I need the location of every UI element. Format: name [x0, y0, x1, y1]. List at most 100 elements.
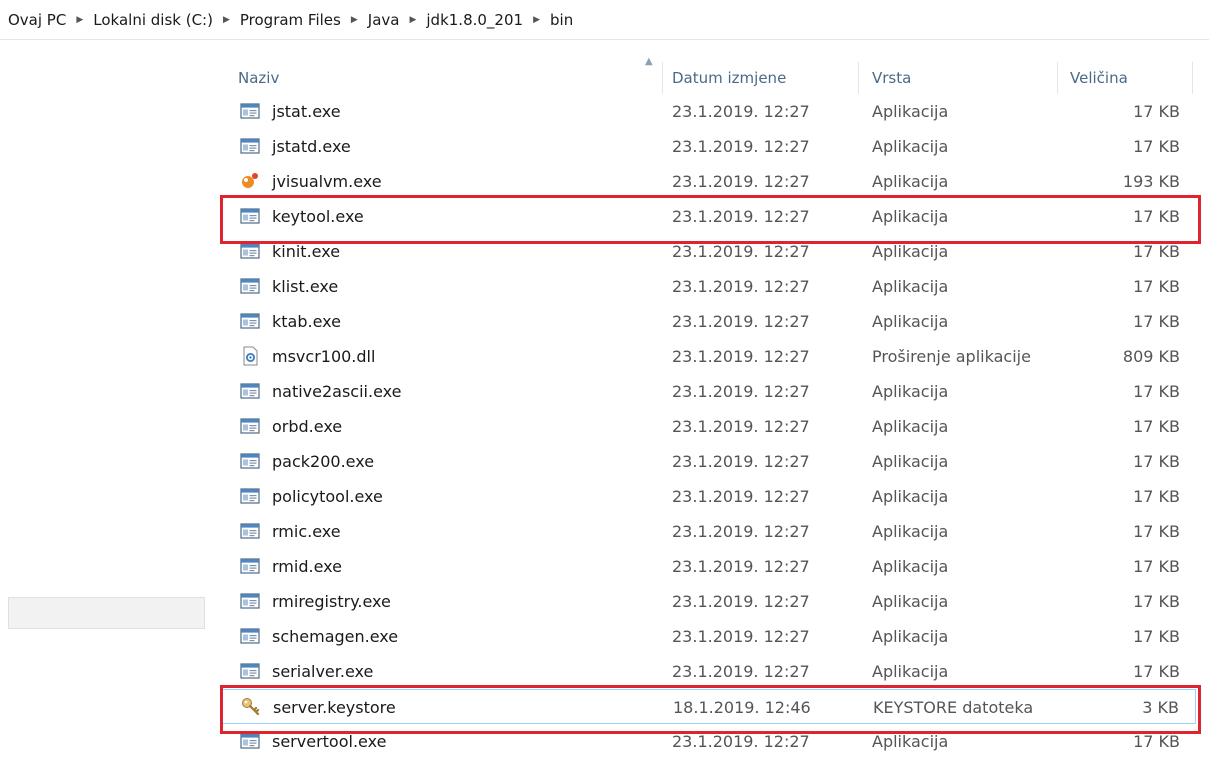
file-name: serialver.exe	[272, 662, 374, 681]
file-size: 17 KB	[1133, 382, 1180, 401]
file-row[interactable]: server.keystore 18.1.2019. 12:46 KEYSTORE …	[222, 689, 1196, 724]
file-date-modified: 23.1.2019. 12:27	[672, 102, 810, 121]
app-window-icon	[240, 626, 260, 646]
file-type: Aplikacija	[872, 487, 949, 506]
file-size: 17 KB	[1133, 452, 1180, 471]
file-date-modified: 23.1.2019. 12:27	[672, 522, 810, 541]
file-date-modified: 23.1.2019. 12:27	[672, 417, 810, 436]
file-size: 17 KB	[1133, 592, 1180, 611]
column-divider[interactable]	[1057, 62, 1058, 94]
chevron-right-icon[interactable]: ▶	[76, 15, 83, 25]
breadcrumb-item[interactable]: Ovaj PC	[8, 11, 66, 29]
file-size: 17 KB	[1133, 557, 1180, 576]
file-size: 17 KB	[1133, 522, 1180, 541]
file-size: 17 KB	[1133, 277, 1180, 296]
file-row[interactable]: rmiregistry.exe 23.1.2019. 12:27 Aplikacij…	[222, 584, 1196, 619]
dll-gear-icon	[240, 346, 260, 366]
file-row[interactable]: jstatd.exe 23.1.2019. 12:27 Aplikacija 17 K…	[222, 129, 1196, 164]
column-header-size[interactable]: Veličina	[1070, 66, 1128, 90]
file-date-modified: 23.1.2019. 12:27	[672, 242, 810, 261]
file-name: server.keystore	[273, 698, 396, 717]
file-date-modified: 23.1.2019. 12:27	[672, 207, 810, 226]
breadcrumb-item[interactable]: bin	[550, 11, 573, 29]
file-type: Aplikacija	[872, 242, 949, 261]
file-date-modified: 23.1.2019. 12:27	[672, 487, 810, 506]
file-name: rmic.exe	[272, 522, 341, 541]
file-row[interactable]: pack200.exe 23.1.2019. 12:27 Aplikacija 17 …	[222, 444, 1196, 479]
file-name: schemagen.exe	[272, 627, 399, 646]
app-window-icon	[240, 556, 260, 576]
file-row[interactable]: rmid.exe 23.1.2019. 12:27 Aplikacija 17 KB	[222, 549, 1196, 584]
file-date-modified: 23.1.2019. 12:27	[672, 382, 810, 401]
file-type: Aplikacija	[872, 172, 949, 191]
file-name: klist.exe	[272, 277, 339, 296]
file-row[interactable]: serialver.exe 23.1.2019. 12:27 Aplikacija 1…	[222, 654, 1196, 689]
app-window-icon	[240, 661, 260, 681]
file-row[interactable]: ktab.exe 23.1.2019. 12:27 Aplikacija 17 KB	[222, 304, 1196, 339]
breadcrumb-item[interactable]: Java	[368, 11, 400, 29]
chevron-right-icon[interactable]: ▶	[409, 15, 416, 25]
file-type: Aplikacija	[872, 662, 949, 681]
file-type: Aplikacija	[872, 207, 949, 226]
file-row[interactable]: schemagen.exe 23.1.2019. 12:27 Aplikacija 1…	[222, 619, 1196, 654]
app-window-icon	[240, 206, 260, 226]
app-window-icon	[240, 311, 260, 331]
chevron-right-icon[interactable]: ▶	[223, 15, 230, 25]
file-size: 17 KB	[1133, 207, 1180, 226]
column-divider[interactable]	[858, 62, 859, 94]
column-header-name[interactable]: Naziv	[238, 66, 279, 90]
file-row[interactable]: native2ascii.exe 23.1.2019. 12:27 Aplikaci…	[222, 374, 1196, 409]
file-row[interactable]: orbd.exe 23.1.2019. 12:27 Aplikacija 17 KB	[222, 409, 1196, 444]
file-row[interactable]: jvisualvm.exe 23.1.2019. 12:27 Aplikacija 1…	[222, 164, 1196, 199]
file-name: orbd.exe	[272, 417, 343, 436]
column-header-date[interactable]: Datum izmjene	[672, 66, 786, 90]
file-type: Aplikacija	[872, 732, 949, 751]
file-list: jstat.exe 23.1.2019. 12:27 Aplikacija 17 KB…	[222, 94, 1196, 760]
breadcrumb-item[interactable]: Lokalni disk (C:)	[93, 11, 213, 29]
chevron-right-icon[interactable]: ▶	[533, 15, 540, 25]
file-size: 17 KB	[1133, 417, 1180, 436]
file-name: jstat.exe	[272, 102, 341, 121]
column-header-row: Naziv ▲ Datum izmjene Vrsta Veličina	[222, 56, 1196, 96]
file-row[interactable]: klist.exe 23.1.2019. 12:27 Aplikacija 17 KB	[222, 269, 1196, 304]
file-row[interactable]: policytool.exe 23.1.2019. 12:27 Aplikacija…	[222, 479, 1196, 514]
keystore-key-icon	[241, 697, 261, 717]
file-size: 17 KB	[1133, 487, 1180, 506]
file-row[interactable]: servertool.exe 23.1.2019. 12:27 Aplikacija…	[222, 724, 1196, 759]
jvisualvm-icon	[240, 171, 260, 191]
file-size: 17 KB	[1133, 312, 1180, 331]
breadcrumb-item[interactable]: jdk1.8.0_201	[426, 11, 523, 29]
file-row[interactable]: keytool.exe 23.1.2019. 12:27 Aplikacija 17 …	[222, 199, 1196, 234]
file-date-modified: 18.1.2019. 12:46	[673, 698, 811, 717]
file-size: 17 KB	[1133, 732, 1180, 751]
file-size: 17 KB	[1133, 627, 1180, 646]
file-type: Aplikacija	[872, 137, 949, 156]
chevron-right-icon[interactable]: ▶	[351, 15, 358, 25]
file-date-modified: 23.1.2019. 12:27	[672, 137, 810, 156]
file-type: Aplikacija	[872, 102, 949, 121]
breadcrumb: Ovaj PC ▶ Lokalni disk (C:) ▶ Program Files ▶…	[0, 0, 1209, 40]
file-type: Aplikacija	[872, 452, 949, 471]
file-row[interactable]: jstat.exe 23.1.2019. 12:27 Aplikacija 17 KB	[222, 94, 1196, 129]
file-date-modified: 23.1.2019. 12:27	[672, 627, 810, 646]
file-type: Aplikacija	[872, 277, 949, 296]
file-row[interactable]: rmic.exe 23.1.2019. 12:27 Aplikacija 17 KB	[222, 514, 1196, 549]
file-name: jvisualvm.exe	[272, 172, 382, 191]
file-name: keytool.exe	[272, 207, 364, 226]
column-divider[interactable]	[662, 62, 663, 94]
file-date-modified: 23.1.2019. 12:27	[672, 172, 810, 191]
column-divider[interactable]	[1192, 62, 1193, 94]
file-row[interactable]: msvcr100.dll 23.1.2019. 12:27 Proširenje a…	[222, 339, 1196, 374]
file-type: KEYSTORE datoteka	[873, 698, 1034, 717]
file-type: Aplikacija	[872, 592, 949, 611]
file-type: Aplikacija	[872, 557, 949, 576]
breadcrumb-item[interactable]: Program Files	[240, 11, 341, 29]
nav-pane-item[interactable]	[8, 597, 205, 629]
app-window-icon	[240, 591, 260, 611]
app-window-icon	[240, 486, 260, 506]
app-window-icon	[240, 731, 260, 751]
file-row[interactable]: kinit.exe 23.1.2019. 12:27 Aplikacija 17 KB	[222, 234, 1196, 269]
file-type: Aplikacija	[872, 417, 949, 436]
column-header-type[interactable]: Vrsta	[872, 66, 911, 90]
file-size: 17 KB	[1133, 137, 1180, 156]
